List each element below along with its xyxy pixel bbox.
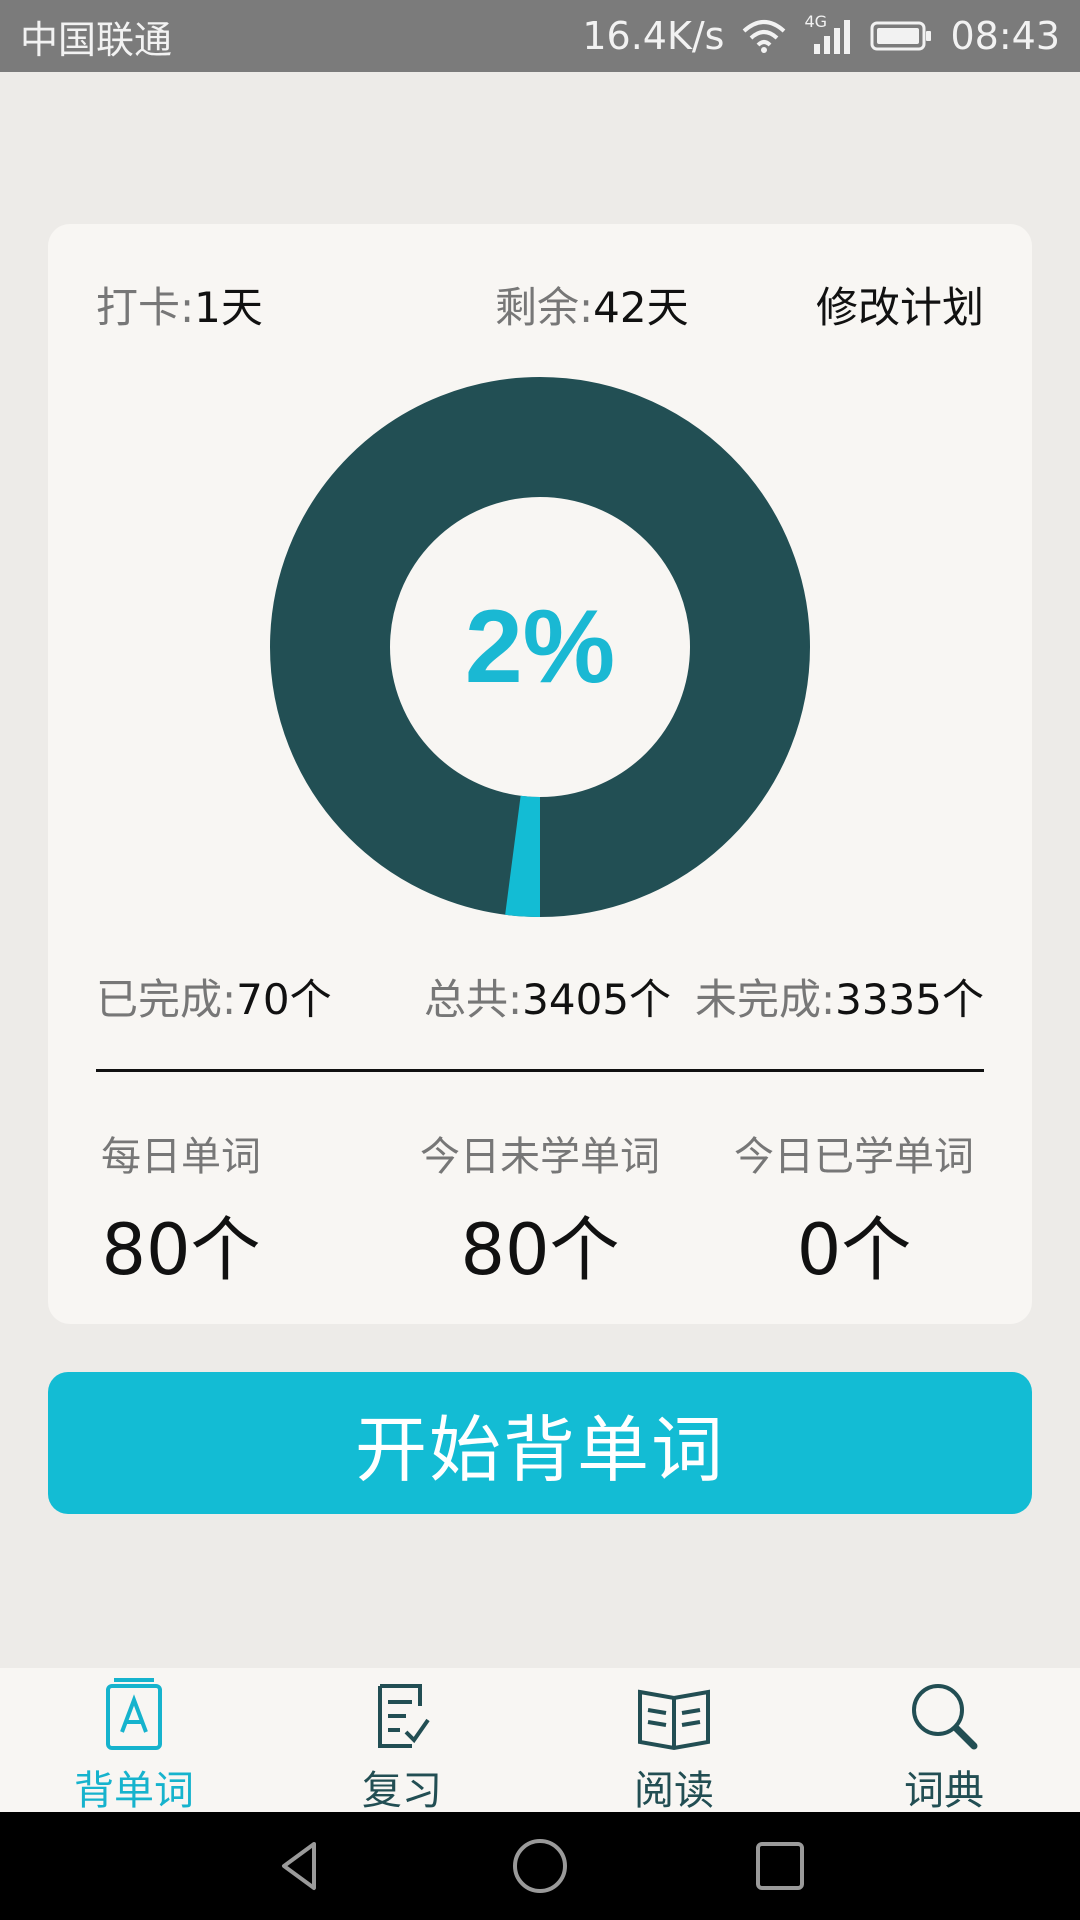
today-learned-stat: 今日已学单词 0个 [734, 1134, 974, 1291]
incomplete-count: 未完成:3335个 [694, 975, 984, 1024]
tab-memorize-words[interactable]: 背单词 [34, 1676, 234, 1814]
cellular-signal: 4G [804, 12, 852, 56]
tab-reading[interactable]: 阅读 [574, 1676, 774, 1814]
status-bar: 中国联通 16.4K/s 4G 08:43 [0, 0, 1080, 72]
edit-plan-button[interactable]: 修改计划 [816, 274, 984, 335]
tab-dictionary[interactable]: 词典 [844, 1676, 1044, 1814]
study-plan-card: 打卡:1天 剩余:42天 修改计划 2% 已完成:70个 总共:3405个 未完… [48, 224, 1032, 1324]
divider [96, 1069, 984, 1072]
word-card-icon [106, 1678, 162, 1750]
tab-review[interactable]: 复习 [302, 1676, 502, 1814]
progress-percent: 2% [464, 588, 616, 705]
checkin-days: 打卡:1天 [96, 283, 263, 332]
tab-label: 复习 [362, 1768, 442, 1814]
daily-stats-row: 每日单词 80个 今日未学单词 80个 今日已学单词 0个 [96, 1124, 984, 1291]
home-icon[interactable] [510, 1836, 570, 1896]
remaining-days: 剩余:42天 [495, 283, 689, 332]
start-learning-button[interactable]: 开始背单词 [48, 1372, 1032, 1514]
carrier-name: 中国联通 [20, 17, 173, 62]
book-icon [638, 1689, 710, 1751]
word-count-row: 已完成:70个 总共:3405个 未完成:3335个 [96, 966, 984, 1026]
search-icon [912, 1684, 978, 1750]
bottom-tab-bar: 背单词 复习 阅读 词典 [0, 1668, 1080, 1814]
recents-icon[interactable] [750, 1836, 810, 1896]
back-icon[interactable] [270, 1836, 330, 1896]
clock: 08:43 [950, 14, 1060, 58]
tab-label: 词典 [904, 1768, 984, 1814]
battery-icon [870, 21, 932, 51]
network-speed: 16.4K/s [582, 14, 725, 58]
total-count: 总共:3405个 [424, 975, 672, 1024]
wifi-icon [743, 20, 786, 53]
today-unlearned-stat: 今日未学单词 80个 [420, 1134, 660, 1291]
status-indicators: 16.4K/s 4G 08:43 [582, 12, 1060, 58]
tab-label: 阅读 [634, 1768, 714, 1814]
daily-words-stat: 每日单词 80个 [101, 1134, 261, 1291]
tab-label: 背单词 [74, 1768, 194, 1814]
plan-summary-row: 打卡:1天 剩余:42天 修改计划 [96, 274, 984, 334]
signal-icon [814, 20, 851, 54]
review-icon [378, 1684, 430, 1748]
system-nav-bar [0, 1812, 1080, 1920]
progress-ring: 2% [269, 376, 811, 918]
completed-count: 已完成:70个 [96, 975, 332, 1024]
